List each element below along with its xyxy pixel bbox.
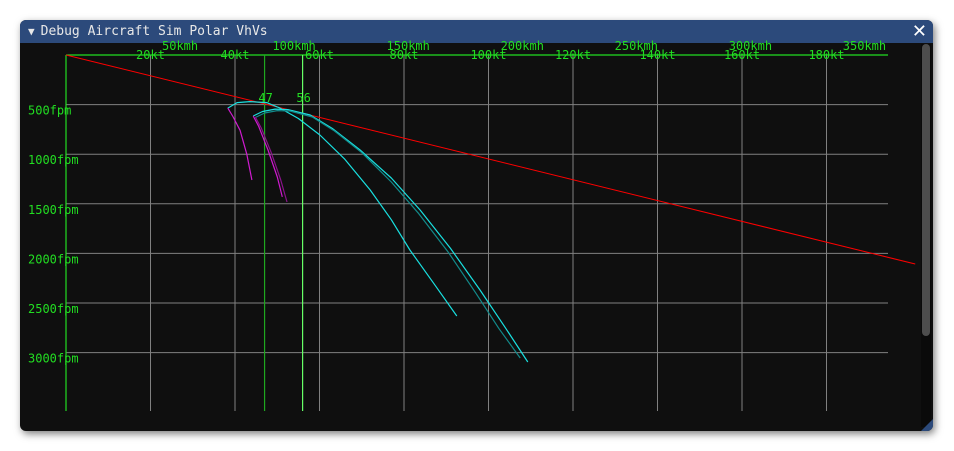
x-tick-label-kt: 40kt bbox=[221, 48, 250, 62]
y-tick-label: 3000fpm bbox=[28, 352, 79, 366]
x-tick-label-kmh: 150kmh bbox=[387, 39, 430, 53]
x-tick-label-kt: 20kt bbox=[136, 48, 165, 62]
x-tick-label-kmh: 300kmh bbox=[729, 39, 772, 53]
debug-window: ▼ Debug Aircraft Sim Polar VhVs ✕ 500fpm… bbox=[20, 20, 933, 431]
polar-curve-3 bbox=[227, 107, 253, 181]
x-tick-label-kt: 120kt bbox=[555, 48, 591, 62]
polar-curve-4 bbox=[252, 115, 283, 198]
scrollbar[interactable] bbox=[921, 44, 931, 427]
glide-ratio-line bbox=[65, 54, 916, 265]
y-tick-label: 1500fpm bbox=[28, 203, 79, 217]
polar-curve-2 bbox=[255, 110, 521, 359]
resize-grip[interactable] bbox=[921, 419, 933, 431]
y-tick-label: 2500fpm bbox=[28, 302, 79, 316]
x-tick-label-kmh: 50kmh bbox=[162, 39, 198, 53]
scrollbar-thumb[interactable] bbox=[922, 44, 930, 336]
x-tick-label-kmh: 200kmh bbox=[501, 39, 544, 53]
speed-marker-label: 56 bbox=[296, 91, 310, 105]
x-tick-label-kt: 180kt bbox=[808, 48, 844, 62]
polar-curve-1 bbox=[252, 108, 529, 363]
x-tick-label-kmh: 350kmh bbox=[843, 39, 886, 53]
x-tick-label-kmh: 100kmh bbox=[272, 39, 315, 53]
polar-chart: 500fpm 1000fpm 1500fpm 2000fpm 2500fpm 3000fp… bbox=[28, 39, 916, 411]
y-tick-label: 1000fpm bbox=[28, 153, 79, 167]
y-tick-label: 500fpm bbox=[28, 104, 71, 118]
y-tick-label: 2000fpm bbox=[28, 252, 79, 266]
x-tick-label-kmh: 250kmh bbox=[615, 39, 658, 53]
